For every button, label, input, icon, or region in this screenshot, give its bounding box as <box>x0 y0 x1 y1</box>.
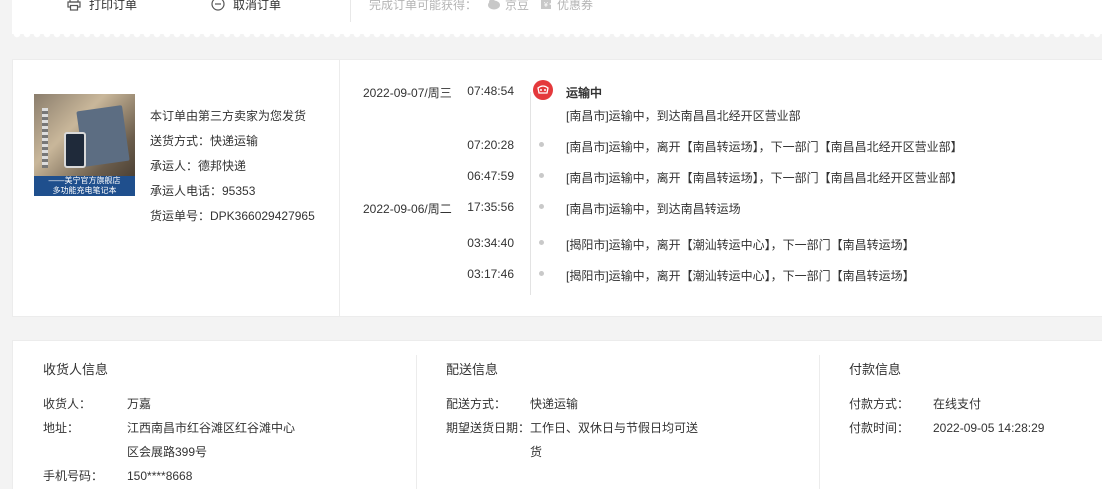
event-date: 2022-09-06/周二 <box>363 202 452 216</box>
product-banner-line2: 多功能充电笔记本 <box>52 186 117 195</box>
delivery-method-row: 配送方式： 快递运输 <box>446 392 698 416</box>
event-text: [揭阳市]运输中，离开【潮汕转运中心】，下一部门【南昌转运场】 <box>566 238 915 252</box>
timeline-dot <box>539 204 544 209</box>
event-time: 06:47:59 <box>467 169 514 183</box>
event-text: [南昌市]运输中，离开【南昌转运场】，下一部门【南昌昌北经开区营业部】 <box>566 171 963 185</box>
cancel-order-button[interactable]: 取消订单 <box>211 0 281 12</box>
payment-section: 付款信息 付款方式： 在线支付 付款时间： 2022-09-05 14:28:2… <box>849 359 1044 440</box>
event-text: [南昌市]运输中，到达南昌昌北经开区营业部 <box>566 109 801 123</box>
print-order-label: 打印订单 <box>89 0 138 12</box>
cancel-order-label: 取消订单 <box>233 0 282 12</box>
notebook-ring <box>42 108 48 168</box>
order-info-card: 收货人信息 收货人： 万嘉 地址： 江西南昌市红谷滩区红谷滩中心 区会展路399… <box>12 340 1102 489</box>
product-banner-line1: ——美宁官方旗舰店 <box>48 176 121 185</box>
timeline-dot <box>539 173 544 178</box>
timeline-line <box>530 92 531 295</box>
reward-label: 完成订单可能获得： <box>369 0 478 12</box>
payment-time-row: 付款时间： 2022-09-05 14:28:29 <box>849 416 1044 440</box>
consignee-address-label: 地址： <box>43 421 80 435</box>
minus-circle-icon <box>211 0 225 11</box>
consignee-address-line2: 区会展路399号 <box>127 445 208 459</box>
consignee-address-row: 地址： 江西南昌市红谷滩区红谷滩中心 <box>43 416 295 440</box>
seller-notice: 本订单由第三方卖家为您发货 <box>150 109 307 123</box>
info-divider <box>819 355 820 489</box>
event-text: [南昌市]运输中，到达南昌转运场 <box>566 202 741 216</box>
payment-method: 在线支付 <box>933 397 982 411</box>
delivery-date-label: 期望送货日期： <box>446 421 531 435</box>
event-time: 07:20:28 <box>467 138 514 152</box>
tracking-card: ——美宁官方旗舰店 多功能充电笔记本 本订单由第三方卖家为您发货 送货方式：快递… <box>12 59 1102 317</box>
payment-method-label: 付款方式： <box>849 397 910 411</box>
print-order-button[interactable]: 打印订单 <box>67 0 137 12</box>
order-actions-bar: 打印订单 取消订单 完成订单可能获得： 京豆 ¥ 优惠券 <box>12 0 1102 34</box>
event-time: 03:17:46 <box>467 267 514 281</box>
coupon-label: 优惠券 <box>557 0 594 12</box>
consignee-phone-row: 手机号码： 150****8668 <box>43 464 295 488</box>
coupon-icon: ¥ <box>541 0 552 9</box>
delivery-title: 配送信息 <box>446 362 499 377</box>
payment-title: 付款信息 <box>849 362 902 377</box>
payment-time-label: 付款时间： <box>849 421 910 435</box>
event-text: [揭阳市]运输中，离开【潮汕转运中心】，下一部门【南昌转运场】 <box>566 269 915 283</box>
event-time: 03:34:40 <box>467 236 514 250</box>
in-transit-icon <box>533 80 553 100</box>
delivery-method: 快递运输 <box>530 397 579 411</box>
consignee-name-label: 收货人： <box>43 397 92 411</box>
delivery-section: 配送信息 配送方式： 快递运输 期望送货日期： 工作日、双休日与节假日均可送 货 <box>446 359 698 464</box>
timeline-dot <box>539 142 544 147</box>
actions-divider <box>350 0 351 22</box>
event-date: 2022-09-07/周三 <box>363 86 452 100</box>
carrier-phone: 承运人电话：95353 <box>150 184 256 198</box>
product-banner: ——美宁官方旗舰店 多功能充电笔记本 <box>34 176 135 196</box>
payment-method-row: 付款方式： 在线支付 <box>849 392 1044 416</box>
delivery-date-row2: 货 <box>446 440 698 464</box>
printer-icon <box>67 0 81 11</box>
consignee-phone-label: 手机号码： <box>43 469 104 483</box>
status-title: 运输中 <box>566 86 603 100</box>
reward-info: 完成订单可能获得： 京豆 ¥ 优惠券 <box>369 0 593 12</box>
info-divider <box>416 355 417 489</box>
delivery-date-row: 期望送货日期： 工作日、双休日与节假日均可送 <box>446 416 698 440</box>
delivery-date-line1: 工作日、双休日与节假日均可送 <box>530 421 699 435</box>
delivery-date-line2: 货 <box>530 445 543 459</box>
tracking-divider <box>339 60 340 316</box>
consignee-phone: 150****8668 <box>127 469 193 483</box>
event-text: [南昌市]运输中，离开【南昌转运场】，下一部门【南昌昌北经开区营业部】 <box>566 140 963 154</box>
jingdou-icon <box>488 0 501 10</box>
shipping-info: 本订单由第三方卖家为您发货 送货方式：快递运输 承运人：德邦快递 承运人电话：9… <box>150 104 315 229</box>
event-time: 07:48:54 <box>467 84 514 98</box>
consignee-name-row: 收货人： 万嘉 <box>43 392 295 416</box>
consignee-title: 收货人信息 <box>43 362 109 377</box>
timeline-dot <box>539 240 544 245</box>
zigzag-edge <box>12 34 1102 40</box>
consignee-section: 收货人信息 收货人： 万嘉 地址： 江西南昌市红谷滩区红谷滩中心 区会展路399… <box>43 359 295 488</box>
phone-shape <box>64 132 86 168</box>
shipping-method: 送货方式：快递运输 <box>150 134 259 148</box>
consignee-name: 万嘉 <box>127 397 152 411</box>
jingdou-label: 京豆 <box>505 0 530 12</box>
consignee-address-line1: 江西南昌市红谷滩区红谷滩中心 <box>127 421 296 435</box>
event-time: 17:35:56 <box>467 200 514 214</box>
carrier: 承运人：德邦快递 <box>150 159 247 173</box>
consignee-address-row2: 区会展路399号 <box>43 440 295 464</box>
svg-text:¥: ¥ <box>544 2 548 9</box>
tracking-number: 货运单号：DPK366029427965 <box>150 209 315 223</box>
payment-time: 2022-09-05 14:28:29 <box>933 421 1045 435</box>
timeline-dot <box>539 271 544 276</box>
delivery-method-label: 配送方式： <box>446 397 507 411</box>
